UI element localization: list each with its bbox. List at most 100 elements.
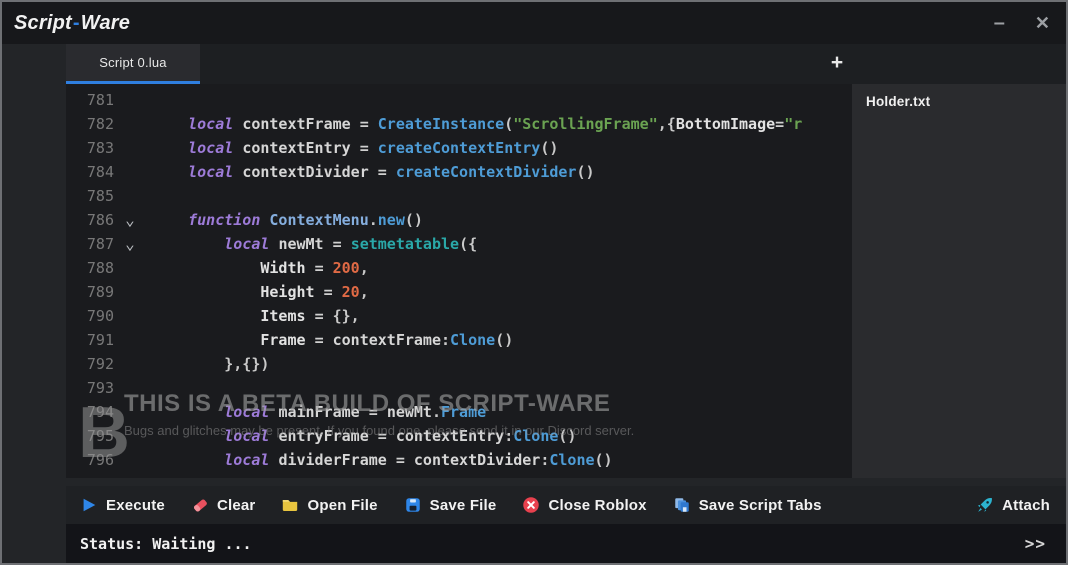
open-file-label: Open File <box>307 496 378 514</box>
line-number: 793 <box>86 379 114 397</box>
line-number: 782 <box>86 115 114 133</box>
fold-gutter <box>114 256 146 280</box>
code-text: Frame = contextFrame:Clone() <box>260 331 514 349</box>
new-tab-button[interactable]: + <box>822 44 852 81</box>
code-text: },{}) <box>224 355 270 373</box>
open-file-button[interactable]: Open File <box>281 496 377 514</box>
line-number: 785 <box>86 187 114 205</box>
code-line: 783 local contextEntry = createContextEn… <box>66 136 852 160</box>
save-file-label: Save File <box>429 496 497 514</box>
fold-gutter <box>114 400 146 424</box>
play-icon <box>83 498 96 512</box>
fold-gutter <box>114 472 146 478</box>
fold-gutter <box>114 136 146 160</box>
code-editor[interactable]: 781 782 local contextFrame = CreateInstan… <box>66 84 852 478</box>
code-line: 788 Width = 200, <box>66 256 852 280</box>
window-controls: – ✕ <box>994 13 1050 33</box>
fold-gutter <box>114 448 146 472</box>
title-bar[interactable]: Script-Ware – ✕ <box>2 2 1066 44</box>
minimize-button[interactable]: – <box>994 13 1005 33</box>
tab-script-0[interactable]: Script 0.lua <box>66 44 200 84</box>
line-number: 794 <box>86 403 114 421</box>
fold-chevron-icon[interactable]: ⌄ <box>114 232 146 256</box>
line-number: 796 <box>86 451 114 469</box>
save-script-tabs-button[interactable]: Save Script Tabs <box>673 496 822 514</box>
code-line: 782 local contextFrame = CreateInstance(… <box>66 112 852 136</box>
line-number: 790 <box>86 307 114 325</box>
tab-label: Script 0.lua <box>99 55 167 70</box>
status-text: Status: Waiting ... <box>80 534 252 553</box>
code-line: 793 <box>66 376 852 400</box>
line-number: 783 <box>86 139 114 157</box>
save-script-tabs-label: Save Script Tabs <box>698 496 822 514</box>
code-text: local newMt = setmetatable({ <box>224 235 478 253</box>
left-margin-strip <box>2 44 66 563</box>
code-line: 795 local entryFrame = contextEntry:Clon… <box>66 424 852 448</box>
app-title-left: Script <box>14 11 72 34</box>
fold-gutter <box>114 160 146 184</box>
line-number: 784 <box>86 163 114 181</box>
fold-gutter <box>114 280 146 304</box>
code-line: 784 local contextDivider = createContext… <box>66 160 852 184</box>
code-line: 792 },{}) <box>66 352 852 376</box>
line-number: 787 <box>86 235 114 253</box>
code-line: 794 local mainFrame = newMt.Frame <box>66 400 852 424</box>
line-number: 797 <box>66 472 114 478</box>
code-lines: 781 782 local contextFrame = CreateInstan… <box>66 88 852 478</box>
attach-button[interactable]: Attach <box>976 496 1050 514</box>
floppy-icon <box>405 498 420 512</box>
fold-gutter <box>114 112 146 136</box>
fold-chevron-icon[interactable]: ⌄ <box>114 208 146 232</box>
tab-bar: Script 0.lua + <box>66 44 1066 84</box>
code-line: 781 <box>66 88 852 112</box>
script-list-item[interactable]: Holder.txt <box>866 94 1052 109</box>
main-column: Script 0.lua + 781 782 local contextFrame… <box>66 44 1066 563</box>
line-number: 789 <box>86 283 114 301</box>
body-row: Script 0.lua + 781 782 local contextFrame… <box>2 44 1066 563</box>
code-text: function ContextMenu.new() <box>188 211 423 229</box>
code-line: 789 Height = 20, <box>66 280 852 304</box>
app-title-right: Ware <box>80 11 131 34</box>
tabs-stack-icon <box>674 498 689 512</box>
code-line: 785 <box>66 184 852 208</box>
script-list-panel: Holder.txt <box>852 84 1066 478</box>
close-button[interactable]: ✕ <box>1035 14 1050 32</box>
code-line: 787 ⌄ local newMt = setmetatable({ <box>66 232 852 256</box>
status-bar: Status: Waiting ... >> <box>66 524 1066 563</box>
line-number: 792 <box>86 355 114 373</box>
fold-gutter <box>114 88 146 112</box>
line-number: 786 <box>86 211 114 229</box>
app-title: Script-Ware <box>14 12 130 35</box>
code-text: local contextDivider = createContextDivi… <box>188 163 595 181</box>
line-number: 788 <box>86 259 114 277</box>
close-circle-icon <box>523 497 540 513</box>
expand-console-button[interactable]: >> <box>1025 534 1046 553</box>
code-text: local mainFrame = newMt.Frame <box>224 403 487 421</box>
code-text: Width = 200, <box>260 259 369 277</box>
line-number: 791 <box>86 331 114 349</box>
fold-gutter <box>114 352 146 376</box>
code-line: 797 <box>66 472 852 478</box>
divider <box>66 478 1066 486</box>
code-text: local entryFrame = contextEntry:Clone() <box>224 427 577 445</box>
code-line: 796 local dividerFrame = contextDivider:… <box>66 448 852 472</box>
execute-button[interactable]: Execute <box>80 496 165 514</box>
clear-label: Clear <box>216 496 256 514</box>
code-text: Items = {}, <box>260 307 360 325</box>
close-roblox-button[interactable]: Close Roblox <box>522 496 647 514</box>
code-line: 791 Frame = contextFrame:Clone() <box>66 328 852 352</box>
clear-button[interactable]: Clear <box>191 496 256 514</box>
code-text: local contextFrame = CreateInstance("Scr… <box>188 115 803 133</box>
code-text: Height = 20, <box>260 283 369 301</box>
code-text: local dividerFrame = contextDivider:Clon… <box>224 451 613 469</box>
app-title-hyphen: - <box>72 11 80 34</box>
save-file-button[interactable]: Save File <box>404 496 497 514</box>
toolbar: Execute Clear Open File Save File Close … <box>66 486 1066 524</box>
fold-gutter <box>114 328 146 352</box>
rocket-icon <box>978 498 993 513</box>
line-number: 781 <box>86 91 114 109</box>
